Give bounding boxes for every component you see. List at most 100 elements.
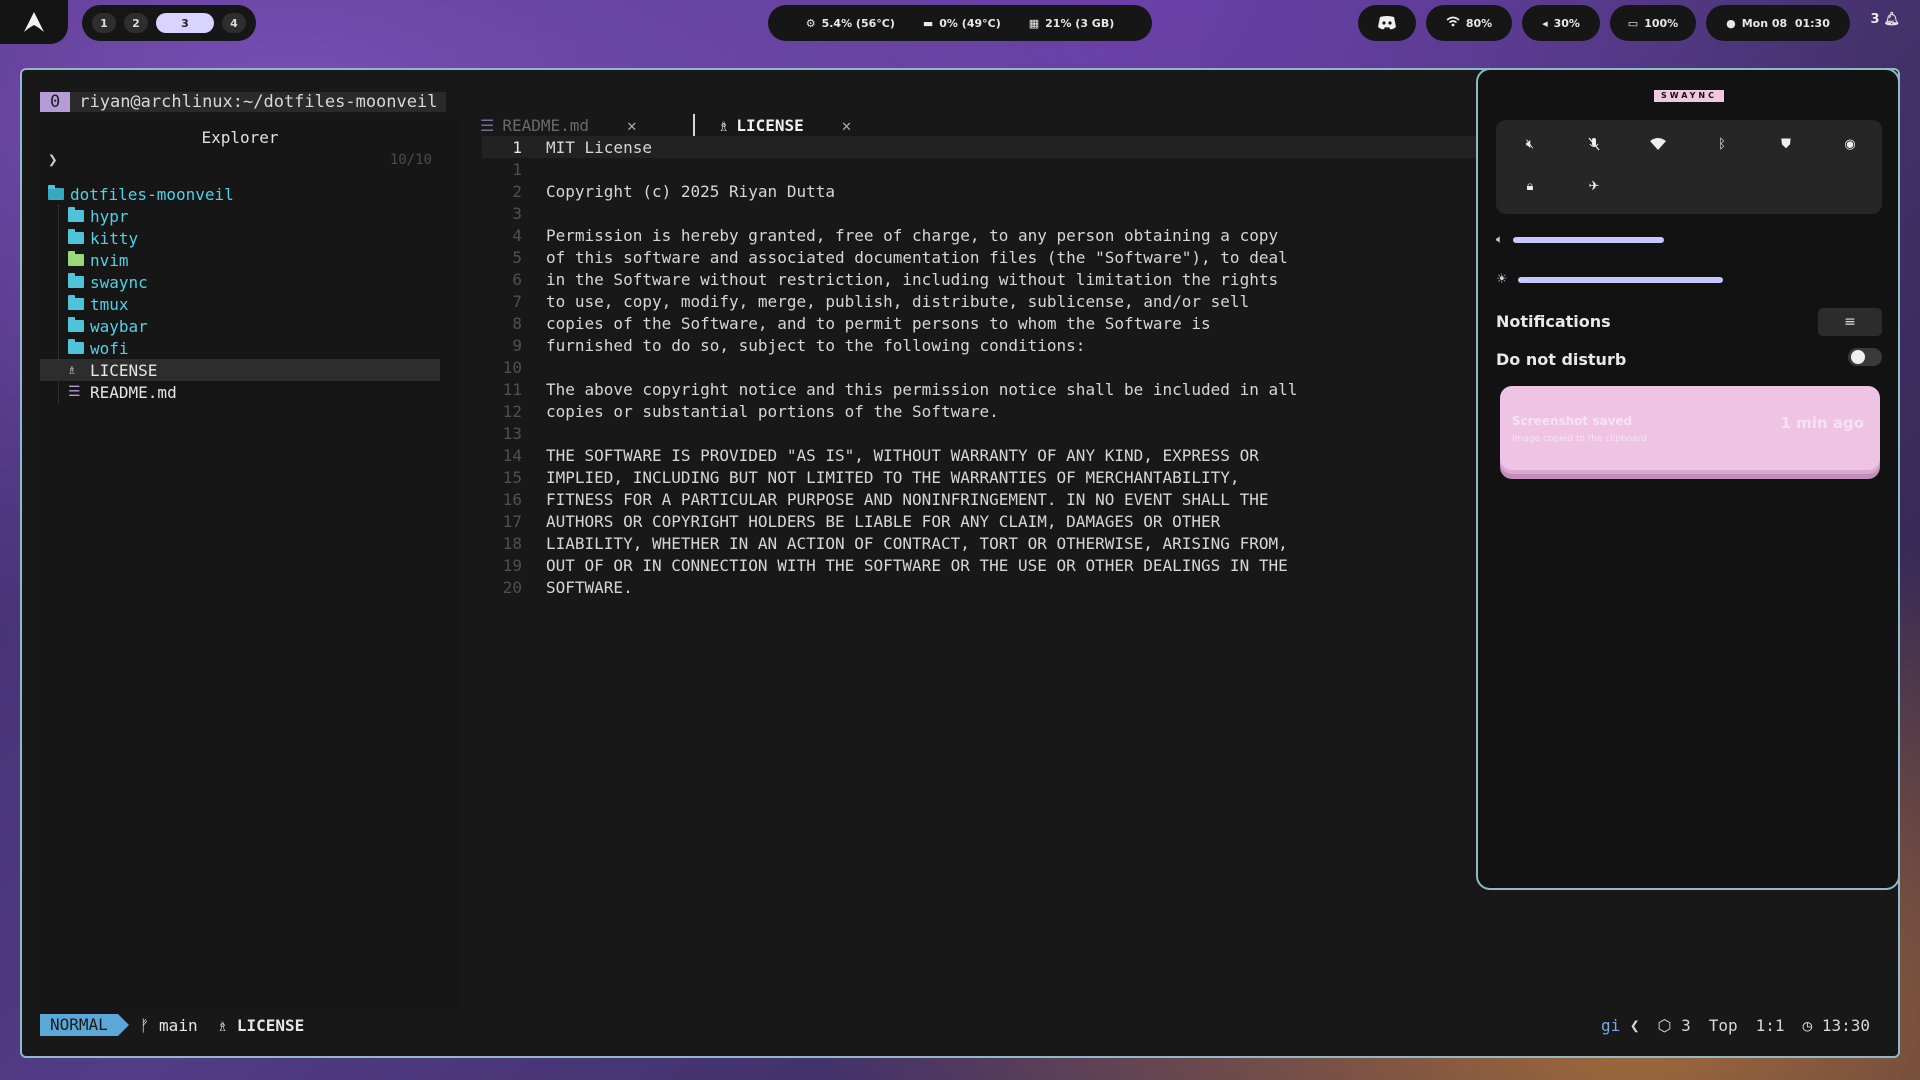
editor-line[interactable]: 6 in the Software without restriction, in… (482, 268, 1502, 290)
line-number: 19 (502, 555, 522, 575)
tree-item-waybar[interactable]: waybar (40, 315, 440, 337)
editor-buffer[interactable]: 1 MIT License 1 2 Copyright (c) 2025 Riyan D… (482, 136, 1502, 986)
volume-slider-row: 🔈︎ (1496, 232, 1873, 247)
tree-item-nvim[interactable]: nvim (40, 249, 440, 271)
workspace-button[interactable]: 4 (222, 13, 246, 33)
battery-value: 100% (1644, 16, 1679, 30)
notification-title: Screenshot saved (1512, 414, 1633, 428)
editor-line[interactable]: 8 copies of the Software, and to permit p… (482, 312, 1502, 334)
status-gi: gi ❮ (1600, 1015, 1640, 1035)
gpu-stat[interactable]: ▬ 0% (49°C) (923, 17, 1001, 30)
file-explorer: Explorer ❯ 10/10 dotfiles-moonveil hypr … (40, 114, 462, 1014)
git-branch-icon: ᚠ (139, 1015, 150, 1035)
editor-line[interactable]: 10 (482, 356, 1502, 378)
tree-item-license[interactable]: ♗ LICENSE (40, 359, 440, 381)
line-number: 20 (502, 577, 522, 597)
mute-speaker-icon[interactable]: 🔇︎ (1518, 132, 1542, 156)
tab-license[interactable]: ♗ LICENSE ✕ (692, 114, 864, 136)
mode-indicator: NORMAL (40, 1014, 129, 1036)
editor-line[interactable]: 16 FITNESS FOR A PARTICULAR PURPOSE AND N… (482, 488, 1502, 510)
editor-line[interactable]: 7 to use, copy, modify, merge, publish, d… (482, 290, 1502, 312)
editor-line[interactable]: 4 Permission is hereby granted, free of c… (482, 224, 1502, 246)
notification-counter[interactable]: 3 🔔︎ (1870, 12, 1900, 27)
tree-item-readme[interactable]: ☰ README.md (40, 381, 440, 403)
line-text: FITNESS FOR A PARTICULAR PURPOSE AND NON… (546, 489, 1269, 509)
wifi-widget[interactable]: 80% (1426, 5, 1512, 41)
battery-widget[interactable]: ▭ 100% (1610, 5, 1696, 41)
gpu-value: 0% (49°C) (939, 16, 1001, 30)
editor-line[interactable]: 18 LIABILITY, WHETHER IN AN ACTION OF CON… (482, 532, 1502, 554)
arch-logo-icon[interactable] (0, 0, 68, 44)
explorer-count: 10/10 (389, 152, 432, 168)
volume-slider[interactable] (1513, 236, 1873, 243)
datetime-value: Mon 08 01:30 (1741, 16, 1830, 30)
chevron-right-icon[interactable]: ❯ (48, 150, 58, 169)
editor-line[interactable]: 2 Copyright (c) 2025 Riyan Dutta (482, 180, 1502, 202)
editor-line[interactable]: 20 SOFTWARE. (482, 576, 1502, 598)
line-text: THE SOFTWARE IS PROVIDED "AS IS", WITHOU… (546, 445, 1259, 465)
editor-line[interactable]: 9 furnished to do so, subject to the foll… (482, 334, 1502, 356)
status-line: NORMAL ᚠ main ♗ LICENSE gi ❮ ⬡ 3 Top 1:1… (40, 1014, 1880, 1036)
bluetooth-icon[interactable]: ᛒ (1710, 132, 1734, 156)
editor-line[interactable]: 19 OUT OF OR IN CONNECTION WITH THE SOFTW… (482, 554, 1502, 576)
tmux-window-path: riyan@archlinux:~/dotfiles-moonveil (70, 92, 447, 112)
airplane-mode-icon[interactable]: ✈ (1582, 174, 1606, 198)
editor-line[interactable]: 3 (482, 202, 1502, 224)
line-text: LIABILITY, WHETHER IN AN ACTION OF CONTR… (546, 533, 1288, 553)
clock-widget[interactable]: ● Mon 08 01:30 (1706, 5, 1850, 41)
cpu-stat[interactable]: ⚙ 5.4% (56°C) (806, 17, 895, 30)
line-text: MIT License (546, 137, 652, 157)
cursor-position: 1:1 (1755, 1015, 1785, 1035)
workspace-button[interactable]: 1 (92, 13, 116, 33)
line-number: 15 (502, 467, 522, 487)
workspace-button-active[interactable]: 3 (156, 13, 214, 33)
brightness-slider-fill (1517, 276, 1723, 283)
editor-line[interactable]: 14 THE SOFTWARE IS PROVIDED "AS IS", WITH… (482, 444, 1502, 466)
folder-icon (68, 251, 84, 266)
close-icon[interactable]: ✕ (842, 116, 852, 135)
line-number: 12 (502, 401, 522, 421)
notification-age: 1 min ago (1780, 414, 1865, 432)
tree-item-kitty[interactable]: kitty (40, 227, 440, 249)
tree-root[interactable]: dotfiles-moonveil (40, 183, 440, 205)
record-icon[interactable]: ◉ (1838, 132, 1862, 156)
line-text: OUT OF OR IN CONNECTION WITH THE SOFTWAR… (546, 555, 1288, 575)
tree-item-swaync[interactable]: swaync (40, 271, 440, 293)
folder-icon (68, 317, 84, 332)
lock-icon[interactable]: 🔒︎ (1518, 174, 1542, 198)
editor-line[interactable]: 13 (482, 422, 1502, 444)
editor-line[interactable]: 1 (482, 158, 1502, 180)
memory-stat[interactable]: ▦ 21% (3 GB) (1029, 17, 1115, 30)
tab-readme[interactable]: ☰ README.md ✕ (480, 114, 649, 136)
volume-slider-fill (1513, 236, 1665, 243)
workspace-button[interactable]: 2 (124, 13, 148, 33)
editor-line[interactable]: 11 The above copyright notice and this pe… (482, 378, 1502, 400)
tree-item-hypr[interactable]: hypr (40, 205, 440, 227)
status-time: ◷ 13:30 (1802, 1015, 1870, 1035)
volume-widget[interactable]: ◂ 30% (1522, 5, 1600, 41)
editor-line[interactable]: 15 IMPLIED, INCLUDING BUT NOT LIMITED TO … (482, 466, 1502, 488)
discord-button[interactable] (1358, 5, 1416, 41)
cpu-icon: ⚙ (805, 16, 816, 30)
editor-line[interactable]: 12 copies or substantial portions of the … (482, 400, 1502, 422)
tree-item-wofi[interactable]: wofi (40, 337, 440, 359)
line-number: 16 (502, 489, 522, 509)
dnd-toggle[interactable] (1848, 348, 1882, 366)
editor-line[interactable]: 5 of this software and associated documen… (482, 246, 1502, 268)
line-text: Copyright (c) 2025 Riyan Dutta (546, 181, 835, 201)
speaker-icon: ◂ (1542, 16, 1548, 30)
editor-line[interactable]: 17 AUTHORS OR COPYRIGHT HOLDERS BE LIABLE… (482, 510, 1502, 532)
clear-all-button[interactable]: ≡ (1818, 308, 1882, 336)
explorer-title: Explorer (201, 128, 279, 147)
tree-item-tmux[interactable]: tmux (40, 293, 440, 315)
line-text: The above copyright notice and this perm… (546, 379, 1298, 399)
line-number: 3 (512, 203, 522, 223)
mute-mic-icon[interactable] (1582, 132, 1606, 156)
brightness-slider[interactable] (1517, 276, 1746, 283)
vpn-shield-icon[interactable]: ⛊ (1774, 132, 1798, 156)
close-icon[interactable]: ✕ (627, 116, 637, 135)
wifi-icon[interactable] (1646, 132, 1670, 156)
notification-card[interactable]: Screenshot saved Image copied to the cli… (1500, 386, 1880, 470)
editor-line[interactable]: 1 MIT License (482, 136, 1502, 158)
line-text: copies of the Software, and to permit pe… (546, 313, 1211, 333)
